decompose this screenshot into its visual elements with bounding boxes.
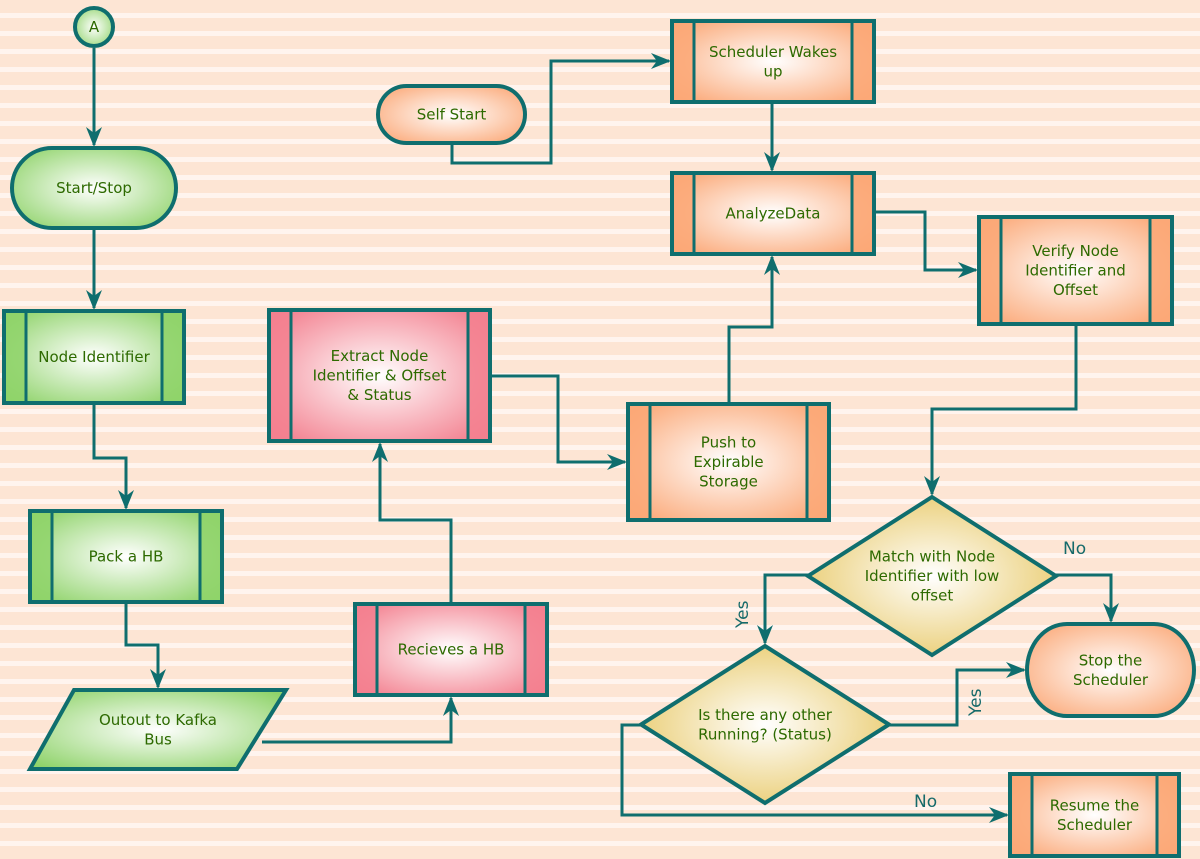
connector-d1-stop	[1056, 573, 1119, 623]
node-verify[interactable]: Verify Node Identifier andOffset	[977, 215, 1174, 326]
node-nodeid[interactable]: Node Identifier	[2, 309, 186, 405]
node-d1[interactable]: Match with NodeIdentifier with low offset	[804, 494, 1060, 658]
node-label: Match with Node	[869, 548, 995, 566]
node-resume[interactable]: Resume the Scheduler	[1008, 772, 1181, 858]
node-label: offset	[911, 587, 954, 605]
node-label: Start/Stop	[56, 179, 132, 197]
flowchart: No Yes Yes No A Start/Stop Node Identifier Pac…	[2, 6, 1196, 858]
node-label: Identifier & Offset	[313, 367, 447, 385]
node-label: Is there any other	[698, 706, 833, 724]
node-recv[interactable]: Recieves a HB	[353, 602, 549, 697]
node-label: Extract Node	[331, 347, 429, 365]
connector-verify-d1	[924, 324, 1078, 496]
node-label: Expirable	[693, 453, 763, 471]
node-selfstart[interactable]: Self Start	[376, 84, 527, 145]
node-label: Stop the	[1079, 651, 1143, 669]
node-label: Outout to Kafka	[99, 711, 217, 729]
connector-nodeid-pack	[92, 403, 134, 510]
node-label: Running? (Status)	[698, 725, 832, 743]
node-label: Identifier and	[1025, 262, 1126, 280]
node-label: Recieves a HB	[398, 641, 505, 659]
node-label: Offset	[1053, 281, 1098, 299]
node-start[interactable]: Start/Stop	[10, 146, 178, 230]
connector-extract-push	[490, 374, 627, 470]
node-a[interactable]: A	[73, 6, 115, 48]
node-kafka[interactable]: Outout to KafkaBus	[26, 688, 290, 771]
node-wakes[interactable]: Scheduler Wakesup	[670, 19, 876, 104]
connector-recv-extract	[372, 442, 453, 604]
edge-label-yes: Yes	[733, 600, 753, 629]
node-label: AnalyzeData	[726, 205, 821, 223]
edge-label-no: No	[914, 792, 937, 812]
node-d2[interactable]: Is there any otherRunning? (Status)	[637, 643, 893, 806]
connector-d1-d2	[757, 573, 808, 645]
node-label: Storage	[699, 473, 758, 491]
node-label: Scheduler Wakes	[709, 43, 837, 61]
node-label: Push to	[701, 434, 756, 452]
node-analyze[interactable]: AnalyzeData	[670, 171, 876, 256]
node-label: Scheduler	[1073, 671, 1149, 689]
node-push[interactable]: Push toExpirable Storage	[626, 402, 831, 522]
edge-label-no: No	[1063, 539, 1086, 559]
node-label: Bus	[144, 730, 172, 748]
connector-kafka-recv	[262, 696, 459, 744]
connector-analyze-verify	[874, 210, 978, 278]
node-label: Node Identifier	[38, 348, 150, 366]
node-pack[interactable]: Pack a HB	[28, 509, 224, 604]
connector-pack-kafka	[124, 602, 166, 689]
node-label: Pack a HB	[89, 548, 164, 566]
node-label: & Status	[347, 386, 411, 404]
connector-d2-stop	[889, 662, 1026, 727]
connector-push-analyze	[727, 255, 780, 404]
node-label: Identifier with low	[865, 567, 1000, 585]
node-label: Scheduler	[1057, 816, 1133, 834]
node-label: Self Start	[417, 106, 487, 124]
node-label: A	[89, 18, 100, 36]
nodes: A Start/Stop Node Identifier Pack a HB Outou…	[2, 6, 1196, 858]
node-label: Verify Node	[1032, 242, 1118, 260]
node-stop[interactable]: Stop the Scheduler	[1025, 622, 1196, 718]
node-extract[interactable]: Extract Node Identifier & Offset& Status	[267, 308, 492, 443]
node-label: up	[763, 62, 782, 80]
edge-label-yes: Yes	[966, 688, 986, 717]
node-label: Resume the	[1050, 796, 1140, 814]
